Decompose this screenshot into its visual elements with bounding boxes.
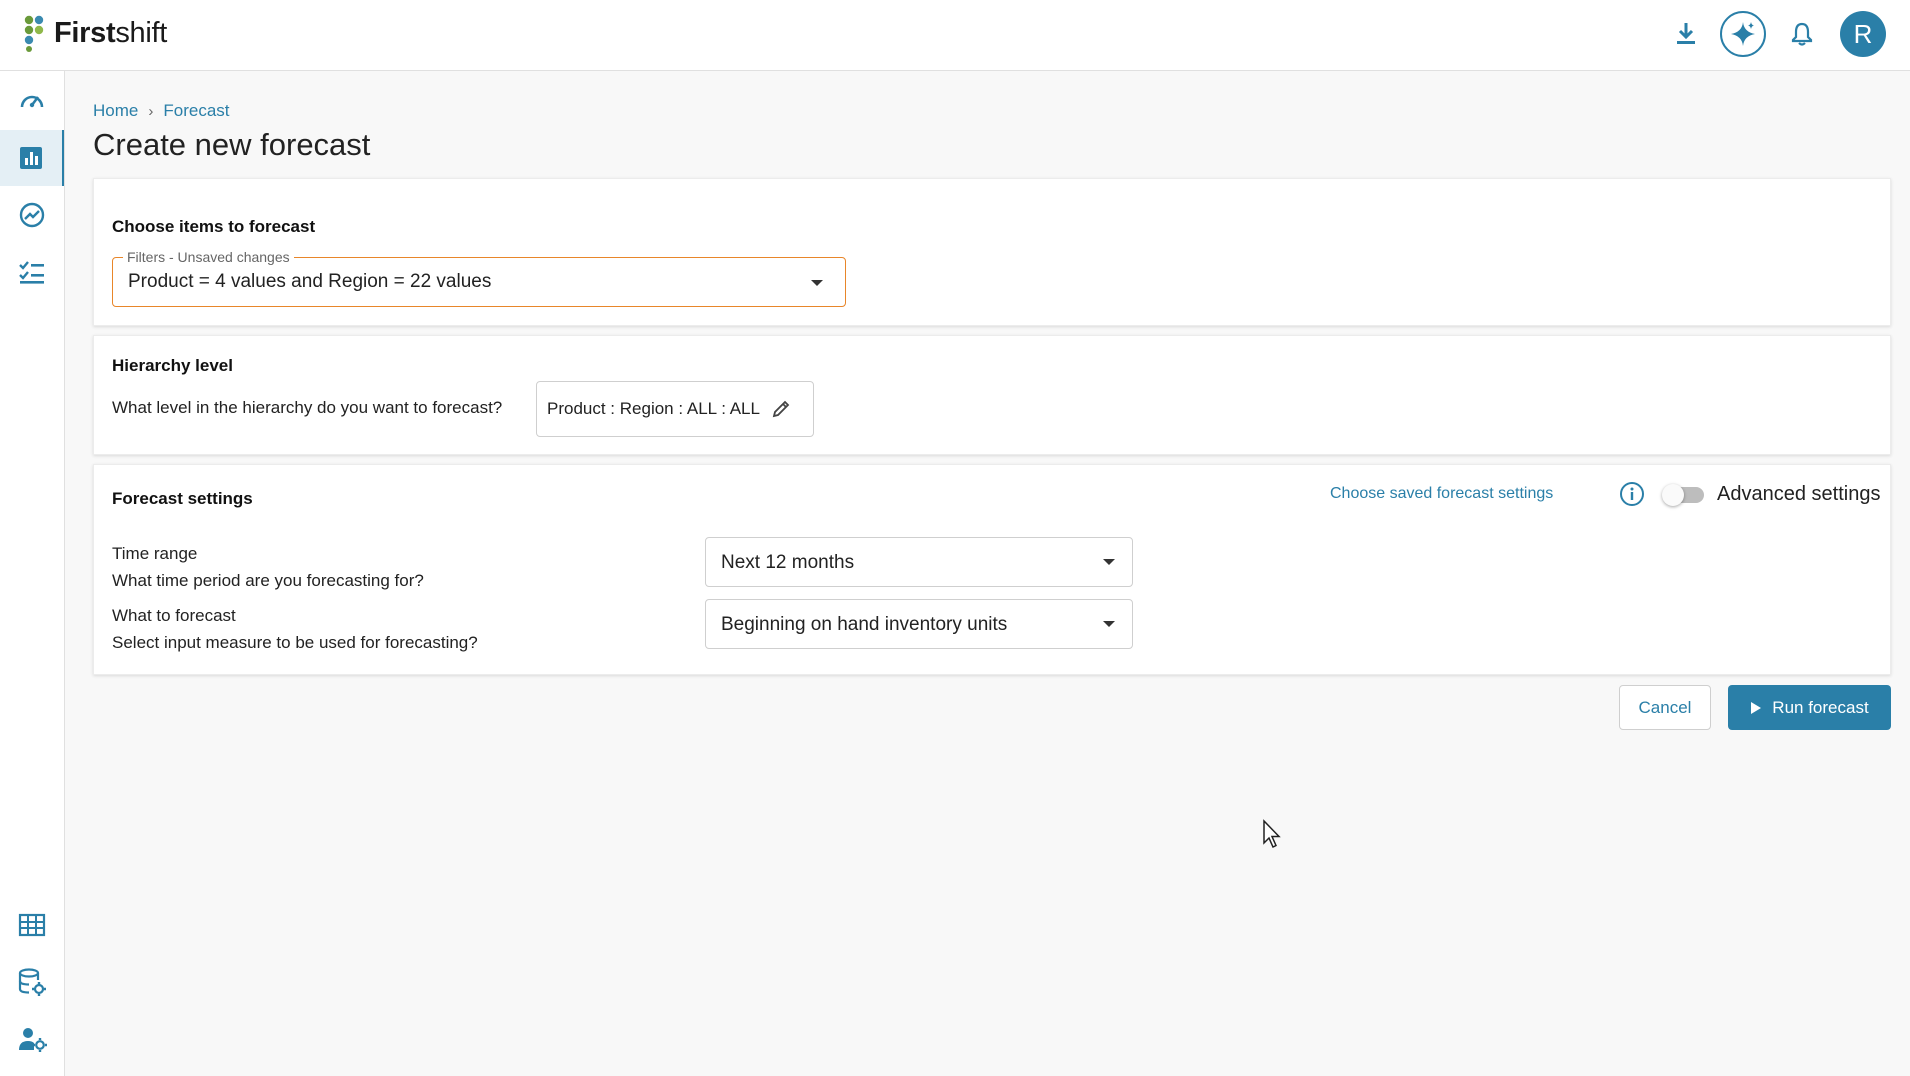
checklist-icon <box>19 261 44 284</box>
sidebar-item-dashboard[interactable] <box>0 73 64 129</box>
advanced-settings-label: Advanced settings <box>1717 483 1881 505</box>
play-icon <box>1751 701 1762 714</box>
what-to-forecast-label: What to forecast <box>112 606 236 625</box>
measure-value: Beginning on hand inventory units <box>721 614 1008 635</box>
user-avatar[interactable]: R <box>1840 11 1886 57</box>
time-range-select[interactable]: Next 12 months <box>705 537 1133 587</box>
hierarchy-card: Hierarchy level What level in the hierar… <box>93 335 1891 455</box>
logo-mark-icon <box>24 15 44 52</box>
sidebar-item-data-settings[interactable] <box>0 954 64 1010</box>
toggle-knob <box>1662 484 1684 506</box>
forecast-settings-title: Forecast settings <box>112 489 253 508</box>
breadcrumb-separator-icon: › <box>148 102 154 120</box>
time-range-value: Next 12 months <box>721 552 855 573</box>
user-settings-icon <box>19 1028 47 1052</box>
info-button[interactable] <box>1619 481 1645 507</box>
ai-assistant-button[interactable] <box>1720 11 1766 57</box>
mouse-cursor-icon <box>1263 819 1281 849</box>
chevron-down-icon <box>811 280 823 286</box>
trend-icon <box>19 202 45 228</box>
hierarchy-level-value: Product : Region : ALL : ALL <box>547 399 760 418</box>
filters-dropdown[interactable]: Filters - Unsaved changes Product = 4 va… <box>112 249 846 307</box>
main-content: Home › Forecast Create new forecast Choo… <box>65 71 1910 1076</box>
what-to-forecast-question: Select input measure to be used for fore… <box>112 633 478 652</box>
pencil-icon <box>772 400 790 418</box>
ai-sparkle-icon <box>1731 22 1755 46</box>
database-settings-icon <box>18 968 46 996</box>
sidebar-item-trends[interactable] <box>0 187 64 243</box>
breadcrumb-current[interactable]: Forecast <box>163 101 229 121</box>
cancel-button[interactable]: Cancel <box>1619 685 1711 730</box>
items-card: Choose items to forecast Filters - Unsav… <box>93 178 1891 326</box>
measure-select[interactable]: Beginning on hand inventory units <box>705 599 1133 649</box>
items-card-title: Choose items to forecast <box>112 217 316 236</box>
sidebar-item-tasks[interactable] <box>0 244 64 300</box>
sidebar-item-user-settings[interactable] <box>0 1011 64 1067</box>
chevron-down-icon <box>1103 559 1115 565</box>
hierarchy-card-title: Hierarchy level <box>112 356 233 375</box>
info-icon <box>1620 482 1644 506</box>
forecast-settings-card: Forecast settings Choose saved forecast … <box>93 464 1891 675</box>
filters-value: Product = 4 values and Region = 22 value… <box>128 271 492 292</box>
advanced-settings-toggle[interactable] <box>1662 484 1704 506</box>
run-forecast-label: Run forecast <box>1772 697 1869 717</box>
hierarchy-level-selector[interactable]: Product : Region : ALL : ALL <box>536 381 814 437</box>
page-title: Create new forecast <box>93 127 371 162</box>
notifications-button[interactable] <box>1790 21 1814 47</box>
brand-logo[interactable]: Firstshift <box>22 14 167 52</box>
run-forecast-button[interactable]: Run forecast <box>1728 685 1891 730</box>
table-grid-icon <box>18 913 46 937</box>
dashboard-gauge-icon <box>20 95 44 108</box>
saved-settings-link[interactable]: Choose saved forecast settings <box>1330 485 1553 503</box>
time-range-question: What time period are you forecasting for… <box>112 571 424 590</box>
sidebar-item-tables[interactable] <box>0 897 64 953</box>
breadcrumb: Home › Forecast <box>93 101 230 121</box>
chevron-down-icon <box>1103 621 1115 627</box>
brand-name: Firstshift <box>54 16 168 49</box>
sidebar-nav <box>0 71 65 1076</box>
bar-chart-icon <box>20 147 42 169</box>
top-bar: Firstshift R <box>0 0 1910 71</box>
hierarchy-question: What level in the hierarchy do you want … <box>112 398 503 417</box>
time-range-label: Time range <box>112 544 198 563</box>
download-button[interactable] <box>1674 21 1698 47</box>
breadcrumb-home-link[interactable]: Home <box>93 101 138 121</box>
bell-icon <box>1791 22 1813 46</box>
filters-legend: Filters - Unsaved changes <box>123 249 294 265</box>
download-icon <box>1677 23 1695 44</box>
top-actions: R <box>1674 11 1886 57</box>
sidebar-item-forecast[interactable] <box>0 130 64 186</box>
